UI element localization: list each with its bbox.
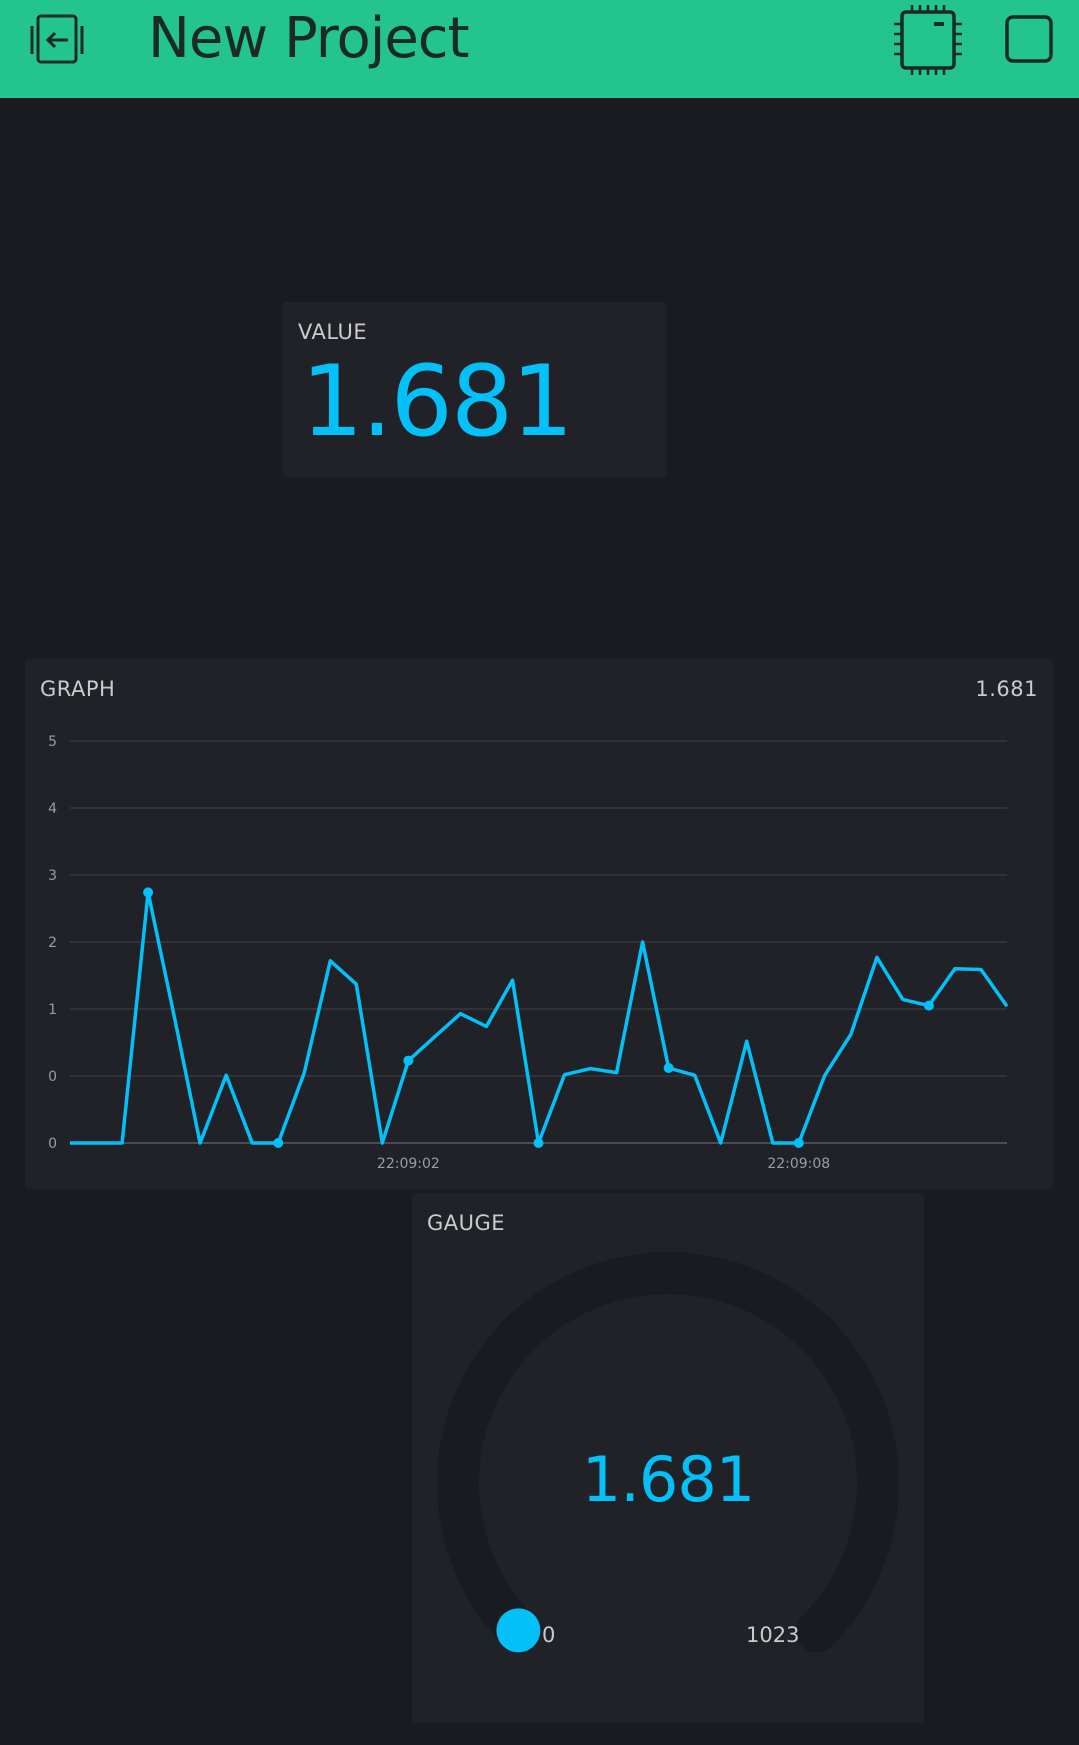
y-tick-label: 4 bbox=[48, 801, 57, 817]
chip-icon[interactable] bbox=[892, 4, 964, 76]
x-tick-label: 22:09:02 bbox=[377, 1156, 440, 1172]
data-point bbox=[273, 1138, 284, 1148]
y-tick-label: 2 bbox=[48, 935, 57, 951]
graph-widget[interactable]: GRAPH 1.681 0 0 1 2 3 4 5 22:09:02 22:09:08 bbox=[25, 659, 1053, 1189]
gauge-max-label: 1023 bbox=[746, 1623, 800, 1647]
gauge-min-label: 0 bbox=[542, 1623, 556, 1647]
stop-icon[interactable] bbox=[1004, 14, 1054, 64]
line-chart: 0 0 1 2 3 4 5 22:09:02 22:09:08 bbox=[48, 734, 1009, 1172]
gauge-indicator bbox=[496, 1608, 541, 1653]
project-title: New Project bbox=[148, 6, 470, 71]
data-point bbox=[143, 887, 154, 898]
data-point bbox=[403, 1055, 414, 1066]
y-tick-label: 1 bbox=[48, 1002, 57, 1018]
data-point bbox=[793, 1138, 804, 1148]
value-display-value: 1.681 bbox=[301, 345, 574, 459]
gauge-value: 1.681 bbox=[581, 1443, 756, 1516]
header-bar: New Project bbox=[0, 0, 1079, 98]
value-widget-label: VALUE bbox=[298, 320, 368, 344]
y-tick-label: 0 bbox=[48, 1069, 57, 1085]
value-display-widget[interactable]: VALUE 1.681 bbox=[283, 302, 666, 477]
y-tick-label: 3 bbox=[48, 868, 57, 884]
gauge-widget[interactable]: GAUGE 1.681 0 1023 bbox=[412, 1193, 924, 1723]
data-point bbox=[923, 1000, 934, 1011]
y-tick-label: 5 bbox=[48, 734, 57, 750]
y-tick-label: 0 bbox=[48, 1136, 57, 1152]
x-tick-label: 22:09:08 bbox=[767, 1156, 830, 1172]
data-point bbox=[533, 1138, 544, 1148]
series-line bbox=[70, 890, 1009, 1145]
exit-icon[interactable] bbox=[28, 14, 88, 66]
data-point bbox=[663, 1062, 674, 1073]
